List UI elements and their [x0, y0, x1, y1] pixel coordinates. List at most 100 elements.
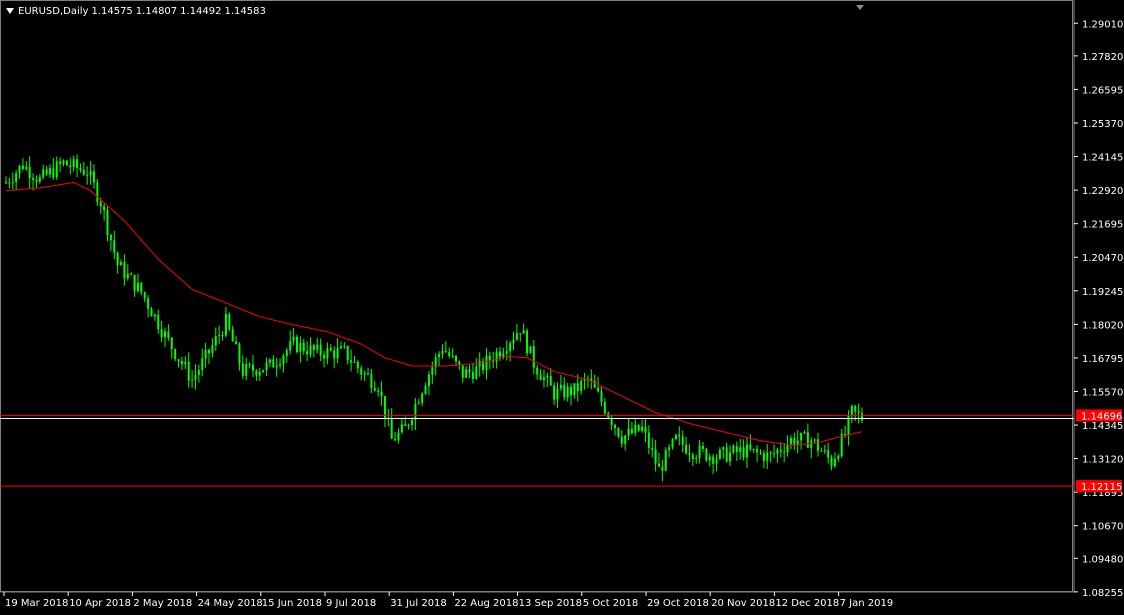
candle-body: [485, 355, 488, 371]
y-tick-label: 1.15570: [1082, 387, 1123, 398]
candle-body: [329, 348, 332, 351]
candle-body: [153, 314, 156, 317]
candle-body: [32, 178, 35, 180]
low-value: 1.14492: [180, 6, 222, 17]
x-tick-label: 2 May 2018: [133, 598, 192, 609]
candle-body: [194, 374, 197, 380]
candle-body: [806, 432, 809, 448]
candle-body: [526, 330, 529, 354]
y-tick-label: 1.08255: [1082, 588, 1123, 599]
candle-body: [712, 456, 715, 464]
candle-body: [224, 314, 227, 336]
candle-body: [343, 345, 346, 347]
y-tick-label: 1.22920: [1082, 186, 1123, 197]
close-value: 1.14583: [224, 6, 266, 17]
candle-body: [228, 314, 231, 330]
candle-body: [559, 384, 562, 389]
candle-body: [86, 174, 89, 176]
candle-body: [637, 424, 640, 431]
x-tick-label: 24 May 2018: [198, 598, 263, 609]
candle-body: [42, 169, 45, 177]
candle-body: [641, 426, 644, 431]
candle-body: [15, 173, 18, 183]
candle-body: [25, 166, 28, 169]
candle-body: [370, 374, 373, 388]
candle-body: [103, 206, 106, 211]
candle-body: [678, 435, 681, 437]
candle-body: [38, 176, 41, 182]
candle-body: [630, 428, 633, 434]
candle-body: [21, 165, 24, 169]
candle-body: [498, 351, 501, 357]
candle-body: [309, 345, 312, 355]
candle-body: [268, 359, 271, 363]
candle-body: [59, 161, 62, 164]
candle-body: [106, 210, 109, 235]
candle-body: [427, 374, 430, 387]
y-tick-label: 1.18020: [1082, 320, 1123, 331]
x-tick-label: 20 Nov 2018: [711, 598, 775, 609]
candle-body: [82, 169, 85, 175]
candle-body: [766, 452, 769, 461]
candle-body: [323, 354, 326, 359]
candle-body: [350, 360, 353, 363]
chart-window[interactable]: 1.29010 1.27820 1.26595 1.25370 1.24145 1.229…: [0, 0, 1124, 615]
candle-body: [167, 331, 170, 338]
candle-body: [235, 341, 238, 345]
candle-body: [377, 390, 380, 392]
candle-body: [542, 377, 545, 380]
candle-body: [363, 373, 366, 375]
candle-body: [336, 348, 339, 359]
chart-shift-marker-icon[interactable]: [856, 5, 864, 10]
candle-body: [617, 427, 620, 437]
candle-body: [505, 351, 508, 354]
x-tick-label: 10 Apr 2018: [69, 598, 131, 609]
candle-body: [502, 353, 505, 357]
candle-body: [140, 282, 143, 293]
y-tick-label: 1.14345: [1082, 421, 1123, 432]
candle-body: [35, 179, 38, 182]
candle-body: [306, 351, 309, 355]
candle-body: [519, 333, 522, 335]
x-tick-label: 19 Mar 2018: [5, 598, 68, 609]
candle-body: [539, 374, 542, 380]
candle-body: [573, 383, 576, 396]
candle-body: [201, 358, 204, 371]
candle-body: [394, 438, 397, 441]
candle-body: [424, 386, 427, 394]
candle-body: [136, 282, 139, 292]
candle-body: [164, 331, 167, 338]
candle-body: [333, 350, 336, 359]
x-tick-label: 12 Dec 2018: [775, 598, 839, 609]
candle-body: [76, 159, 79, 169]
candle-body: [861, 413, 863, 421]
y-tick-label: 1.21695: [1082, 220, 1123, 231]
candle-body: [157, 314, 160, 330]
candle-body: [367, 373, 370, 375]
chart-header: EURUSD,Daily 1.14575 1.14807 1.14492 1.14583: [6, 6, 269, 18]
candle-body: [803, 432, 806, 434]
dropdown-triangle-icon[interactable]: [6, 8, 14, 14]
price-chart[interactable]: 1.29010 1.27820 1.26595 1.25370 1.24145 1.229…: [0, 0, 1124, 615]
candle-body: [319, 344, 322, 355]
candle-body: [776, 449, 779, 454]
candle-body: [576, 383, 579, 391]
candle-body: [299, 342, 302, 353]
candle-body: [245, 364, 248, 376]
x-tick-label: 5 Oct 2018: [583, 598, 638, 609]
candle-body: [532, 346, 535, 368]
candle-body: [275, 365, 278, 368]
candle-body: [302, 342, 305, 352]
candle-body: [553, 385, 556, 400]
y-tick-label: 1.27820: [1082, 52, 1123, 63]
candle-body: [793, 437, 796, 446]
candle-body: [390, 418, 393, 439]
candle-body: [8, 182, 11, 184]
candle-body: [170, 337, 173, 350]
candle-body: [739, 447, 742, 453]
candle-body: [810, 440, 813, 448]
candle-body: [830, 457, 833, 467]
candle-body: [52, 168, 55, 178]
candle-body: [72, 159, 75, 168]
y-tick-label: 1.29010: [1082, 19, 1123, 30]
